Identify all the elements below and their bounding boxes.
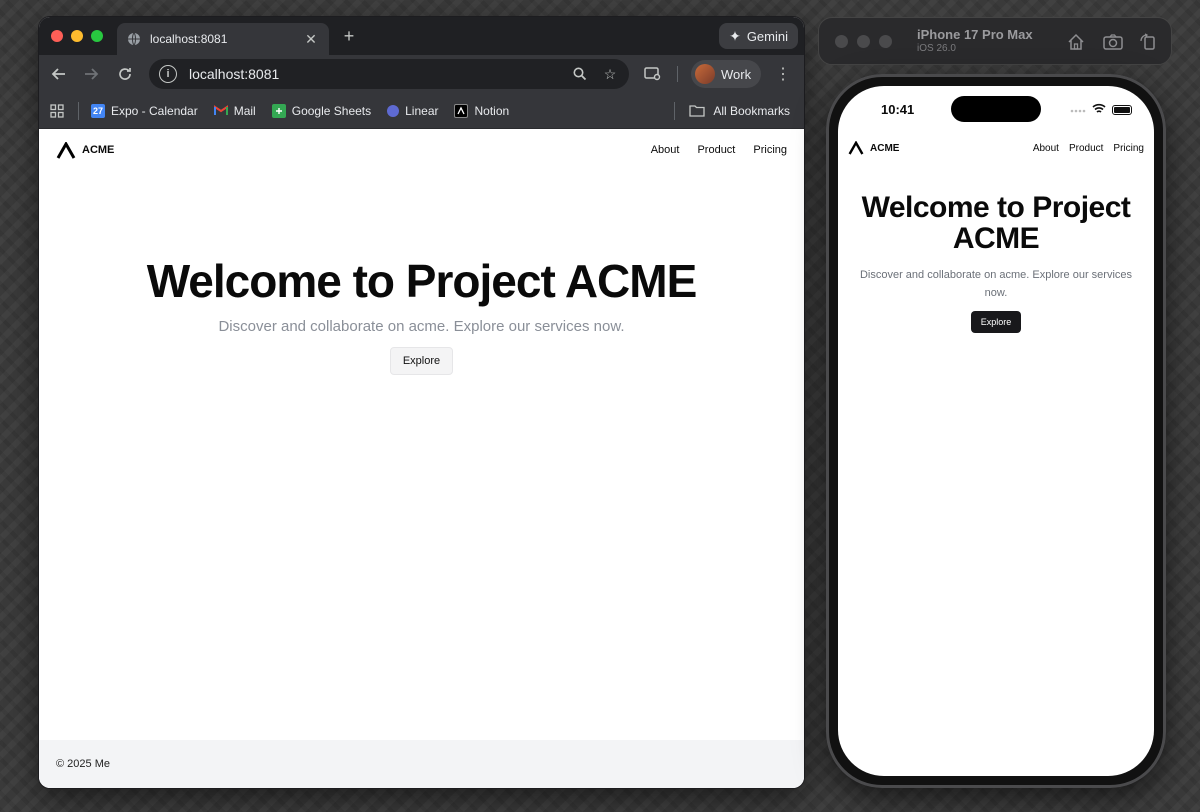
back-button[interactable] [49, 64, 69, 84]
profile-button[interactable]: Work [691, 60, 762, 88]
address-bar[interactable]: i localhost:8081 ☆ [149, 59, 629, 89]
mobile-hero-section: Welcome to Project ACME Discover and col… [838, 192, 1154, 333]
hero-section: Welcome to Project ACME Discover and col… [39, 254, 804, 375]
mobile-site-logo[interactable]: ACME [848, 141, 899, 155]
site-nav-links: About Product Pricing [651, 144, 787, 156]
minimize-window-button[interactable] [71, 30, 83, 42]
tab-localhost[interactable]: localhost:8081 ✕ [117, 23, 329, 55]
hero-title: Welcome to Project ACME [861, 191, 1131, 255]
bookmarks-divider [674, 101, 676, 120]
bookmark-label: Notion [474, 103, 510, 118]
new-tab-button[interactable]: + [339, 27, 359, 47]
status-bar-time: 10:41 [881, 102, 915, 117]
tab-bar: localhost:8081 ✕ + ✦ Gemini [39, 17, 804, 55]
apps-grid-icon[interactable] [50, 103, 64, 118]
dynamic-island [951, 96, 1041, 122]
linear-icon [387, 104, 400, 117]
toolbar-divider [677, 66, 678, 82]
zoom-icon[interactable] [571, 65, 589, 83]
explore-button[interactable]: Explore [970, 311, 1022, 333]
bookmark-label: Google Sheets [291, 103, 372, 118]
logo-text: ACME [870, 142, 900, 154]
bookmarks-bar: 27 Expo - Calendar Mail Google Sheets Li… [39, 93, 804, 129]
avatar [695, 64, 715, 84]
sim-close-button[interactable] [835, 35, 848, 48]
nav-link-about[interactable]: About [1033, 143, 1059, 154]
nav-link-pricing[interactable]: Pricing [1113, 143, 1144, 154]
nav-link-about[interactable]: About [651, 144, 680, 156]
battery-icon [1112, 105, 1132, 115]
sheets-icon [271, 103, 286, 118]
site-header: ACME About Product Pricing [39, 129, 804, 171]
bookmark-star-icon[interactable]: ☆ [601, 65, 619, 83]
bookmark-expo-calendar[interactable]: 27 Expo - Calendar [91, 103, 198, 118]
gemini-button[interactable]: ✦ Gemini [719, 23, 798, 49]
bookmark-label: Linear [405, 103, 439, 118]
screenshot-camera-icon[interactable] [1102, 31, 1124, 53]
notion-icon [454, 103, 469, 118]
logo-text: ACME [82, 144, 115, 156]
bookmark-google-sheets[interactable]: Google Sheets [271, 103, 372, 118]
simulator-toolbar: iPhone 17 Pro Max iOS 26.0 [818, 17, 1172, 65]
site-footer: © 2025 Me [39, 740, 804, 788]
mobile-site-header: ACME About Product Pricing [838, 138, 1154, 158]
url-text: localhost:8081 [189, 66, 280, 82]
sparkle-icon: ✦ [729, 27, 741, 44]
reload-button[interactable] [115, 64, 135, 84]
explore-button[interactable]: Explore [389, 347, 454, 375]
browser-toolbar: i localhost:8081 ☆ Work ⋮ [39, 55, 804, 93]
reload-icon [119, 68, 131, 80]
close-window-button[interactable] [51, 30, 63, 42]
forward-button[interactable] [81, 64, 101, 84]
more-menu-icon[interactable]: ⋮ [773, 64, 793, 84]
bookmark-linear[interactable]: Linear [387, 104, 438, 118]
bookmark-mail[interactable]: Mail [213, 103, 256, 118]
nav-link-pricing[interactable]: Pricing [753, 144, 787, 156]
sim-minimize-button[interactable] [857, 35, 870, 48]
all-bookmarks-label: All Bookmarks [713, 103, 790, 118]
arrow-right-icon [85, 68, 99, 80]
globe-icon [127, 32, 141, 46]
nav-link-product[interactable]: Product [1069, 143, 1103, 154]
close-tab-icon[interactable]: ✕ [303, 31, 319, 47]
nav-link-product[interactable]: Product [697, 144, 735, 156]
gemini-label: Gemini [746, 28, 788, 44]
maximize-window-button[interactable] [91, 30, 103, 42]
status-bar-indicators [1070, 101, 1132, 119]
home-icon[interactable] [1065, 31, 1087, 53]
all-bookmarks-button[interactable]: All Bookmarks [674, 101, 790, 120]
browser-window: localhost:8081 ✕ + ✦ Gemini i localhost:… [39, 17, 804, 788]
os-version: iOS 26.0 [917, 43, 956, 54]
bookmark-label: Expo - Calendar [111, 103, 198, 118]
acme-logo-icon [56, 141, 76, 159]
arrow-left-icon [51, 68, 65, 80]
iphone-frame: 10:41 ACME About Product Pricing Welcome… [826, 74, 1166, 788]
bookmarks-divider [78, 101, 79, 120]
hero-title: Welcome to Project ACME [146, 255, 698, 307]
footer-copyright: © 2025 Me [56, 758, 110, 770]
hero-subtitle: Discover and collaborate on acme. Explor… [218, 318, 625, 335]
bookmark-notion[interactable]: Notion [454, 103, 510, 118]
iphone-screen: 10:41 ACME About Product Pricing Welcome… [838, 86, 1154, 776]
profile-label: Work [721, 66, 752, 82]
site-logo[interactable]: ACME [56, 141, 115, 159]
wifi-icon [1092, 101, 1106, 119]
tab-title: localhost:8081 [150, 32, 228, 46]
hero-subtitle: Discover and collaborate on acme. Explor… [859, 269, 1133, 299]
rotate-device-icon[interactable] [1137, 31, 1159, 53]
gmail-icon [213, 104, 228, 118]
sim-zoom-button[interactable] [879, 35, 892, 48]
mobile-nav-links: About Product Pricing [1033, 143, 1144, 154]
calendar-icon: 27 [91, 103, 105, 118]
device-name: iPhone 17 Pro Max [917, 27, 1033, 42]
site-info-icon[interactable]: i [159, 65, 177, 83]
tab-search-icon[interactable] [643, 64, 663, 84]
folder-icon [689, 105, 705, 117]
signal-icon [1070, 101, 1086, 119]
web-page: ACME About Product Pricing Welcome to Pr… [39, 129, 804, 788]
bookmark-label: Mail [233, 103, 256, 118]
acme-logo-icon [848, 141, 864, 155]
